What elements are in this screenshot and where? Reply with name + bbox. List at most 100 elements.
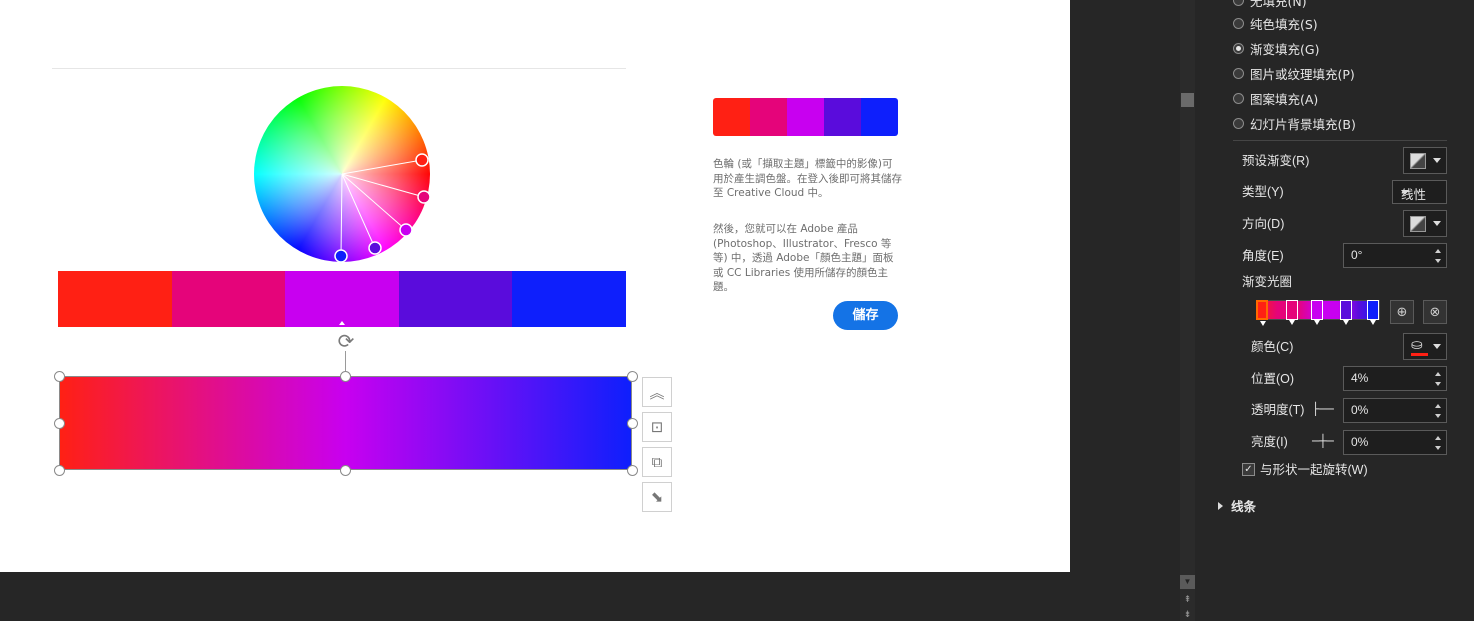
floating-toolbar: ︽ ⊡ ⧉ ⬊ (642, 377, 672, 517)
save-button[interactable]: 儲存 (833, 301, 898, 330)
radio-label: 渐变填充(G) (1250, 41, 1320, 57)
position-label: 位置(O) (1251, 372, 1295, 386)
chevron-down-icon (1401, 190, 1409, 195)
preset-gradient-dropdown[interactable] (1403, 147, 1447, 174)
wheel-marker (334, 249, 348, 262)
resize-handle[interactable] (627, 418, 638, 429)
resize-handle[interactable] (340, 371, 351, 382)
spin-down-icon[interactable] (1435, 259, 1441, 263)
description-text: 然後，您就可以在 Adobe 產品 (Photoshop、Illustrator… (713, 223, 894, 293)
remove-stop-icon[interactable]: ⊗ (1423, 300, 1447, 324)
radio-checked-icon[interactable] (1233, 42, 1244, 54)
spin-up-icon[interactable] (1435, 249, 1441, 253)
radio-icon[interactable] (1233, 117, 1244, 129)
radio-solid-fill[interactable]: 纯色填充(S) (1233, 14, 1318, 32)
page-down-icon[interactable]: ⇟ (1180, 607, 1195, 621)
type-label: 类型(Y) (1242, 185, 1284, 199)
spin-up-icon[interactable] (1435, 404, 1441, 408)
current-color-swatch (1411, 353, 1428, 356)
radio-label: 图案填充(A) (1250, 91, 1319, 107)
color-label: 颜色(C) (1251, 340, 1294, 354)
wheel-markers[interactable] (254, 86, 430, 262)
description-text: 色輪 (或「擷取主題」標籤中的影像)可用於產生調色盤。在登入後即可將其儲存至 C… (713, 158, 902, 199)
brightness-spinner[interactable]: 0% (1343, 430, 1447, 455)
gradient-stop[interactable] (1367, 300, 1379, 325)
angle-spinner[interactable]: 0° (1343, 243, 1447, 268)
transparency-value: 0% (1351, 403, 1369, 417)
position-spinner[interactable]: 4% (1343, 366, 1447, 391)
gradient-stop[interactable] (1256, 300, 1268, 326)
palette-swatch (713, 98, 750, 136)
palette-swatch (750, 98, 787, 136)
brightness-slider-icon[interactable]: ─┼─ (1312, 434, 1334, 448)
swatch[interactable] (398, 271, 513, 327)
color-picker-button[interactable]: ⛀ (1403, 333, 1447, 360)
gradient-stop[interactable] (1340, 300, 1352, 325)
rotate-handle-icon[interactable]: ⟳ (335, 331, 357, 353)
gradient-stops-label: 渐变光圈 (1242, 275, 1293, 289)
slide-canvas[interactable]: ⟳ ︽ ⊡ ⧉ ⬊ 色輪 (或「擷取主題」標籤中的影像)可用於產生調色盤。在登入… (0, 0, 1070, 572)
swatch[interactable] (285, 271, 399, 327)
page-up-icon[interactable]: ⇞ (1180, 592, 1195, 606)
radio-icon[interactable] (1233, 67, 1244, 79)
gradient-stop[interactable] (1286, 300, 1298, 325)
chevron-down-icon (1433, 344, 1441, 349)
theme-palette (713, 98, 898, 136)
radio-picture-fill[interactable]: 图片或纹理填充(P) (1233, 64, 1355, 82)
swatch[interactable] (58, 271, 172, 327)
color-wheel[interactable] (254, 86, 430, 262)
spin-up-icon[interactable] (1435, 436, 1441, 440)
spin-down-icon[interactable] (1435, 414, 1441, 418)
transparency-spinner[interactable]: 0% (1343, 398, 1447, 423)
spin-down-icon[interactable] (1435, 446, 1441, 450)
line-section-header[interactable]: 线条 (1231, 498, 1256, 516)
radio-no-fill[interactable]: 无填充(N) (1233, 0, 1307, 9)
radio-slide-background-fill[interactable]: 幻灯片背景填充(B) (1233, 114, 1356, 132)
collapse-up-icon[interactable]: ︽ (642, 377, 672, 407)
paint-bucket-icon: ⛀ (1411, 336, 1423, 352)
scroll-down-icon[interactable]: ▼ (1180, 575, 1195, 589)
position-value: 4% (1351, 371, 1369, 385)
scrollbar-thumb[interactable] (1181, 93, 1194, 107)
rotate-with-shape-label: 与形状一起旋转(W) (1260, 463, 1368, 477)
divider-line (52, 68, 626, 69)
gradient-rectangle[interactable] (59, 376, 632, 470)
type-dropdown[interactable]: 线性 (1392, 180, 1447, 204)
spin-up-icon[interactable] (1435, 372, 1441, 376)
transparency-slider-icon[interactable]: ├── (1312, 402, 1334, 416)
expand-triangle-icon[interactable] (1218, 502, 1223, 510)
brightness-label: 亮度(I) (1251, 435, 1288, 449)
radio-icon[interactable] (1233, 17, 1244, 29)
gradient-stops-bar[interactable] (1256, 300, 1380, 326)
resize-handle[interactable] (54, 371, 65, 382)
selected-swatch-caret-icon (339, 321, 345, 325)
resize-handle[interactable] (627, 371, 638, 382)
arrange-icon[interactable]: ⧉ (642, 447, 672, 477)
radio-label: 纯色填充(S) (1250, 16, 1318, 32)
radio-icon[interactable] (1233, 0, 1244, 6)
radio-icon[interactable] (1233, 92, 1244, 104)
resize-handle[interactable] (54, 465, 65, 476)
palette-swatch (861, 98, 898, 136)
direction-dropdown[interactable] (1403, 210, 1447, 237)
resize-handle[interactable] (627, 465, 638, 476)
center-align-icon[interactable]: ⊡ (642, 412, 672, 442)
chevron-down-icon (1433, 221, 1441, 226)
gradient-stop[interactable] (1311, 300, 1323, 325)
swatch-row[interactable] (58, 271, 626, 327)
chevron-down-icon (1433, 158, 1441, 163)
resize-handle[interactable] (340, 465, 351, 476)
transparency-label: 透明度(T) (1251, 403, 1305, 417)
swatch[interactable] (171, 271, 286, 327)
rotate-with-shape-checkbox[interactable]: ✓ (1242, 463, 1255, 476)
palette-swatch (824, 98, 861, 136)
preset-gradient-label: 预设渐变(R) (1242, 154, 1310, 168)
add-stop-icon[interactable]: ⊕ (1390, 300, 1414, 324)
resize-icon[interactable]: ⬊ (642, 482, 672, 512)
spin-down-icon[interactable] (1435, 382, 1441, 386)
radio-gradient-fill[interactable]: 渐变填充(G) (1233, 39, 1319, 57)
swatch[interactable] (512, 271, 626, 327)
gradient-preview-icon (1410, 152, 1426, 169)
resize-handle[interactable] (54, 418, 65, 429)
radio-pattern-fill[interactable]: 图案填充(A) (1233, 89, 1318, 107)
